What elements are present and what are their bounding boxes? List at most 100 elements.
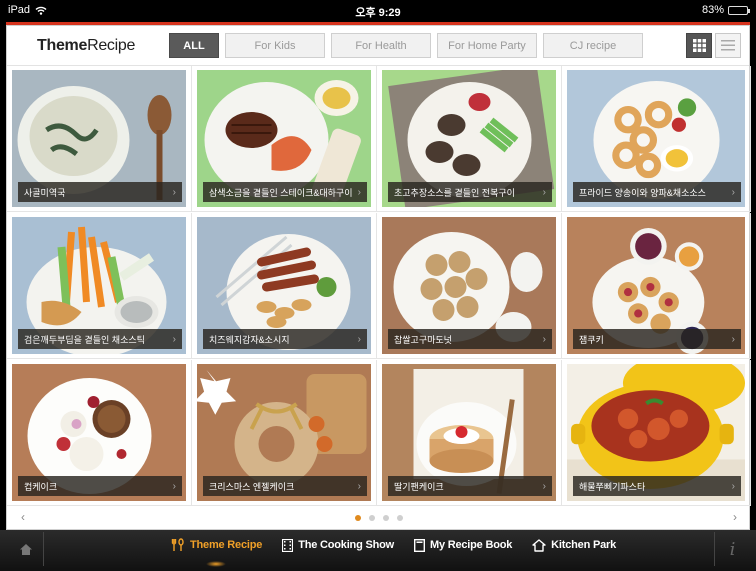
recipe-caption: 찹쌀고구마도넛 › xyxy=(388,329,552,349)
recipe-card[interactable]: 검은깨두부딥을 곁들인 채소스틱 › xyxy=(7,213,192,359)
recipe-card[interactable]: 딸기팬케이크 › xyxy=(377,360,562,506)
chevron-right-icon: › xyxy=(357,186,361,198)
recipe-title: 삼색소금을 곁들인 스테이크&대하구이 xyxy=(209,187,353,198)
recipe-title: 사골미역국 xyxy=(24,187,66,198)
page-dot[interactable] xyxy=(383,515,389,521)
recipe-photo: 찹쌀고구마도넛 › xyxy=(382,217,556,354)
recipe-caption: 딸기팬케이크 › xyxy=(388,476,552,496)
house-shape-icon xyxy=(532,538,546,552)
recipe-title: 초고추장소스를 곁들인 전복구이 xyxy=(394,187,515,198)
nav-cooking-show[interactable]: The Cooking Show xyxy=(282,538,394,552)
recipe-title: 해물쭈삐기파스타 xyxy=(579,481,646,492)
recipe-card[interactable]: 치즈웨지감자&소시지 › xyxy=(192,213,377,359)
recipe-title: 잼쿠키 xyxy=(579,334,604,345)
chevron-right-icon: › xyxy=(172,186,176,198)
next-page-icon[interactable]: › xyxy=(733,510,737,524)
chevron-right-icon: › xyxy=(357,480,361,492)
logo: ThemeRecipe xyxy=(37,37,135,55)
recipe-grid: 사골미역국 › 삼색소금을 곁들인 스테이크&대하구이 › 초고추장소스를 곁들인 전복… xyxy=(7,66,751,506)
recipe-photo: 컵케이크 › xyxy=(12,364,186,501)
recipe-card[interactable]: 컵케이크 › xyxy=(7,360,192,506)
recipe-caption: 크리스마스 엔젤케이크 › xyxy=(203,476,367,496)
nav-label: Theme Recipe xyxy=(190,539,263,551)
recipe-title: 크리스마스 엔젤케이크 xyxy=(209,481,295,492)
fork-spoon-icon xyxy=(171,538,184,551)
page-dot[interactable] xyxy=(355,515,361,521)
nav-label: My Recipe Book xyxy=(429,539,513,551)
recipe-caption: 컵케이크 › xyxy=(18,476,182,496)
recipe-photo: 크리스마스 엔젤케이크 › xyxy=(197,364,371,501)
grid-view-button[interactable] xyxy=(686,33,712,58)
battery-percent: 83% xyxy=(701,4,724,16)
chevron-right-icon: › xyxy=(731,333,735,345)
recipe-photo: 프라이드 양송이와 양파&채소소스 › xyxy=(567,70,745,207)
recipe-caption: 삼색소금을 곁들인 스테이크&대하구이 › xyxy=(203,182,367,202)
recipe-photo: 검은깨두부딥을 곁들인 채소스틱 › xyxy=(12,217,186,354)
recipe-caption: 프라이드 양송이와 양파&채소소스 › xyxy=(573,182,741,202)
status-time: 오후 9:29 xyxy=(355,7,401,19)
recipe-card[interactable]: 잼쿠키 › xyxy=(562,213,751,359)
pager: ‹ › xyxy=(7,506,751,531)
recipe-photo: 치즈웨지감자&소시지 › xyxy=(197,217,371,354)
active-nav-glow xyxy=(206,561,226,567)
nav-my-recipe-book[interactable]: My Recipe Book xyxy=(413,538,513,552)
logo-light: Recipe xyxy=(87,37,136,54)
recipe-caption: 초고추장소스를 곁들인 전복구이 › xyxy=(388,182,552,202)
recipe-photo: 딸기팬케이크 › xyxy=(382,364,556,501)
list-view-button[interactable] xyxy=(715,33,741,58)
view-toggle xyxy=(686,33,741,58)
film-icon xyxy=(282,538,294,552)
recipe-card[interactable]: 초고추장소스를 곁들인 전복구이 › xyxy=(377,66,562,212)
recipe-caption: 사골미역국 › xyxy=(18,182,182,202)
recipe-title: 프라이드 양송이와 양파&채소소스 xyxy=(579,187,706,198)
recipe-card[interactable]: 프라이드 양송이와 양파&채소소스 › xyxy=(562,66,751,212)
recipe-card[interactable]: 삼색소금을 곁들인 스테이크&대하구이 › xyxy=(192,66,377,212)
tab-all[interactable]: ALL xyxy=(169,33,219,58)
bottom-nav-bar: Theme Recipe The Cooking Show My Recipe … xyxy=(0,530,756,571)
page-dots xyxy=(7,515,751,521)
chevron-right-icon: › xyxy=(731,186,735,198)
recipe-photo: 삼색소금을 곁들인 스테이크&대하구이 › xyxy=(197,70,371,207)
chevron-right-icon: › xyxy=(731,480,735,492)
home-icon xyxy=(19,543,32,555)
nav-label: The Cooking Show xyxy=(298,539,394,551)
page-dot[interactable] xyxy=(369,515,375,521)
tab-for-kids[interactable]: For Kids xyxy=(225,33,325,58)
recipe-photo: 초고추장소스를 곁들인 전복구이 › xyxy=(382,70,556,207)
page-dot[interactable] xyxy=(397,515,403,521)
recipe-photo: 사골미역국 › xyxy=(12,70,186,207)
recipe-card[interactable]: 찹쌀고구마도넛 › xyxy=(377,213,562,359)
recipe-title: 검은깨두부딥을 곁들인 채소스틱 xyxy=(24,334,145,345)
tab-for-home-party[interactable]: For Home Party xyxy=(437,33,537,58)
recipe-card[interactable]: 해물쭈삐기파스타 › xyxy=(562,360,751,506)
grid-icon xyxy=(692,39,706,52)
recipe-photo: 잼쿠키 › xyxy=(567,217,745,354)
status-bar: iPad 오후 9:29 83% xyxy=(0,0,756,22)
recipe-title: 컵케이크 xyxy=(24,481,58,492)
recipe-caption: 해물쭈삐기파스타 › xyxy=(573,476,741,496)
recipe-photo: 해물쭈삐기파스타 › xyxy=(567,364,745,501)
recipe-card[interactable]: 크리스마스 엔젤케이크 › xyxy=(192,360,377,506)
chevron-right-icon: › xyxy=(542,333,546,345)
info-button[interactable]: i xyxy=(714,532,750,566)
home-button[interactable] xyxy=(8,532,44,566)
recipe-card[interactable]: 사골미역국 › xyxy=(7,66,192,212)
app-window: ThemeRecipe ALL For Kids For Health For … xyxy=(6,25,751,531)
logo-bold: Theme xyxy=(37,37,88,54)
chevron-right-icon: › xyxy=(172,333,176,345)
list-icon xyxy=(721,40,735,51)
header: ThemeRecipe ALL For Kids For Health For … xyxy=(7,26,749,66)
chevron-right-icon: › xyxy=(357,333,361,345)
recipe-caption: 검은깨두부딥을 곁들인 채소스틱 › xyxy=(18,329,182,349)
recipe-caption: 잼쿠키 › xyxy=(573,329,741,349)
recipe-caption: 치즈웨지감자&소시지 › xyxy=(203,329,367,349)
recipe-title: 찹쌀고구마도넛 xyxy=(394,334,452,345)
chevron-right-icon: › xyxy=(172,480,176,492)
chevron-right-icon: › xyxy=(542,480,546,492)
tab-cj-recipe[interactable]: CJ recipe xyxy=(543,33,643,58)
battery-icon xyxy=(728,5,750,15)
nav-kitchen-park[interactable]: Kitchen Park xyxy=(532,538,616,552)
nav-theme-recipe[interactable]: Theme Recipe xyxy=(171,538,262,552)
tab-for-health[interactable]: For Health xyxy=(331,33,431,58)
recipe-title: 치즈웨지감자&소시지 xyxy=(209,334,290,345)
